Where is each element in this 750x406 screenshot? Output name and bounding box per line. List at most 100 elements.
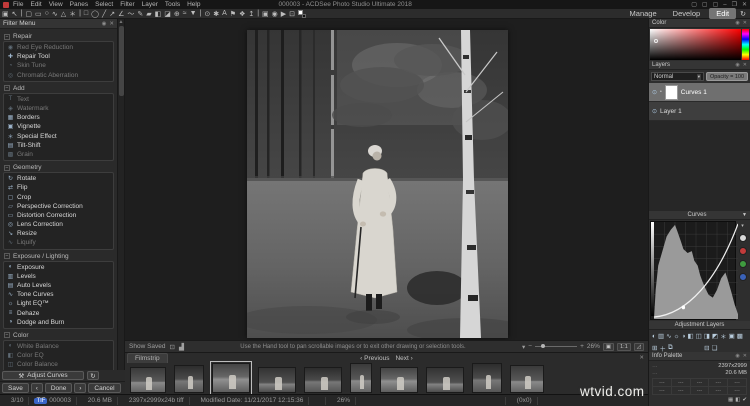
actual-size-button[interactable]: 1:1 — [617, 342, 631, 351]
adj-white-balance-icon[interactable]: ◑ — [682, 333, 686, 340]
sync-icon[interactable]: ↻ — [740, 10, 746, 18]
photo-image[interactable] — [247, 30, 508, 338]
delete-layer-icon[interactable]: ⊟ — [704, 344, 709, 352]
filter-section-header[interactable]: − Add — [4, 85, 114, 92]
collapse-icon[interactable]: − — [4, 164, 10, 171]
adj-color-eq-icon[interactable]: ◧ — [687, 332, 693, 340]
rect-shape-icon[interactable]: □ — [84, 10, 88, 17]
filter-item[interactable]: ◐ Exposure — [4, 263, 113, 272]
ellipse-shape-icon[interactable]: ◯ — [91, 10, 99, 18]
filmstrip-thumbnail[interactable] — [130, 367, 166, 393]
filter-item[interactable]: ▭ Distortion Correction — [4, 211, 113, 220]
menu-item[interactable]: Filter — [120, 1, 134, 8]
filter-item[interactable]: ∿ Tone Curves — [4, 290, 113, 299]
zoom-menu-button[interactable]: ▣ — [602, 342, 615, 351]
show-saved-toggle[interactable]: Show Saved — [129, 343, 166, 350]
curve-icon[interactable]: ～ — [127, 9, 134, 19]
upload-icon[interactable]: ↥ — [248, 10, 254, 18]
reset-icon[interactable]: ↻ — [87, 371, 99, 380]
layer-row-curves[interactable]: ⊙ • Curves 1 — [649, 83, 750, 102]
scrollbar-thumb[interactable] — [118, 26, 124, 96]
filmstrip-thumbnail[interactable] — [472, 363, 502, 393]
pen-icon[interactable]: ✎ — [137, 10, 143, 18]
edit-icon[interactable]: ◧ — [735, 397, 740, 403]
eraser-icon[interactable]: ◪ — [164, 10, 171, 18]
adj-bw-icon[interactable]: ◨ — [704, 332, 710, 340]
tab-manage[interactable]: Manage — [623, 8, 664, 19]
restore-button[interactable]: ❐ — [732, 1, 737, 8]
close-button[interactable]: ✕ — [742, 1, 747, 8]
polyline-icon[interactable]: ∠ — [118, 10, 124, 18]
hand-tool-icon[interactable]: ❖ — [239, 10, 245, 18]
blend-mode-select[interactable]: Normal ▾ — [651, 72, 704, 81]
menu-item[interactable]: Help — [187, 1, 200, 8]
save-button[interactable]: Save — [2, 383, 29, 393]
line-icon[interactable]: ╱ — [102, 10, 106, 18]
marquee-icon[interactable]: ▭ — [35, 10, 42, 18]
curves-histogram[interactable] — [650, 221, 738, 320]
crop-icon[interactable]: ▢ — [25, 10, 32, 18]
filter-item[interactable]: ▤ Auto Levels — [4, 281, 113, 290]
gear-icon[interactable]: ✱ — [213, 10, 219, 18]
filter-item[interactable]: ▢ Crop — [4, 192, 113, 201]
adj-levels-icon[interactable]: ▥ — [658, 332, 664, 340]
filmstrip-thumbnail[interactable] — [510, 365, 544, 393]
adj-grain-icon[interactable]: ▩ — [737, 332, 743, 340]
foreground-background-colors[interactable] — [298, 9, 307, 18]
ellipse-select-icon[interactable]: ○ — [45, 10, 49, 17]
filter-item[interactable]: ◫ Color Balance — [4, 360, 113, 369]
zoom-tool-icon[interactable]: ⊙ — [204, 10, 210, 18]
next-button[interactable]: Next › — [395, 355, 412, 362]
edit-canvas[interactable] — [125, 19, 648, 340]
filter-item[interactable]: ◧ Color EQ — [4, 351, 113, 360]
smudge-icon[interactable]: ≈ — [183, 10, 187, 17]
filter-item[interactable]: ◈ Watermark — [4, 104, 113, 113]
channel-green-button[interactable] — [738, 260, 747, 268]
tab-develop[interactable]: Develop — [666, 8, 708, 19]
close-icon[interactable]: ✕ — [743, 20, 747, 26]
flag-icon[interactable]: ⚑ — [230, 10, 236, 18]
filter-item[interactable]: ⇄ Flip — [4, 183, 113, 192]
saturation-value-box[interactable] — [650, 29, 741, 60]
pin-icon[interactable]: ◉ — [735, 62, 739, 68]
filmstrip-thumbnail[interactable] — [426, 367, 464, 393]
copy-layer-icon[interactable]: ⧉ — [668, 344, 673, 352]
menu-item[interactable]: Edit — [30, 1, 41, 8]
layer-row-background[interactable]: ⊙ Layer 1 — [649, 102, 750, 121]
channel-rgb-button[interactable] — [738, 234, 747, 242]
filter-item[interactable]: ◔ Skin Tune — [4, 61, 113, 70]
adj-split-tone-icon[interactable]: ◩ — [712, 332, 718, 340]
filter-item[interactable]: T Text — [4, 95, 113, 104]
collapse-icon[interactable]: − — [4, 332, 10, 339]
actual-pixels-icon[interactable]: ▣ — [2, 10, 9, 18]
filter-section-header[interactable]: − Exposure / Lighting — [4, 253, 114, 260]
minimize-button[interactable]: – — [723, 2, 726, 8]
visibility-eye-icon[interactable]: ⊙ — [652, 89, 657, 96]
comment-icon[interactable]: ❏ — [712, 344, 718, 352]
magic-wand-icon[interactable]: ＊ — [69, 9, 76, 19]
filter-item[interactable]: ↻ Rotate — [4, 174, 113, 183]
filter-item[interactable]: ↘ Resize — [4, 229, 113, 238]
channel-red-button[interactable] — [738, 247, 747, 255]
adj-exposure-icon[interactable]: ◐ — [652, 333, 656, 340]
swatch-icon[interactable]: ▦ — [728, 397, 733, 403]
zoom-in-icon[interactable]: + — [580, 343, 584, 350]
filter-item[interactable]: ∿ Liquify — [4, 238, 113, 247]
filter-section-header[interactable]: − Geometry — [4, 164, 114, 171]
adj-curves-icon[interactable]: ∿ — [666, 332, 671, 340]
fit-image-button[interactable]: ◿ — [633, 342, 644, 351]
chevron-down-icon[interactable]: ▾ — [741, 223, 744, 229]
filmstrip-thumbnail[interactable] — [380, 367, 418, 393]
menu-item[interactable]: View — [49, 1, 63, 8]
layer-name[interactable]: Curves 1 — [681, 89, 707, 96]
link-icon[interactable]: • — [660, 89, 662, 95]
grid-icon[interactable]: ▣ — [262, 10, 269, 18]
filter-item[interactable]: ◐ White Balance — [4, 342, 113, 351]
export-icon[interactable]: ⊡ — [289, 10, 295, 18]
text-tool-icon[interactable]: A — [222, 10, 227, 17]
filter-scrollbar[interactable]: ▲ — [118, 19, 125, 370]
chevron-down-icon[interactable]: ▾ — [522, 343, 525, 351]
filter-item[interactable]: ▩ Grain — [4, 150, 113, 159]
filmstrip-thumbnail[interactable] — [210, 361, 252, 395]
adj-color-balance-icon[interactable]: ◫ — [696, 332, 702, 340]
